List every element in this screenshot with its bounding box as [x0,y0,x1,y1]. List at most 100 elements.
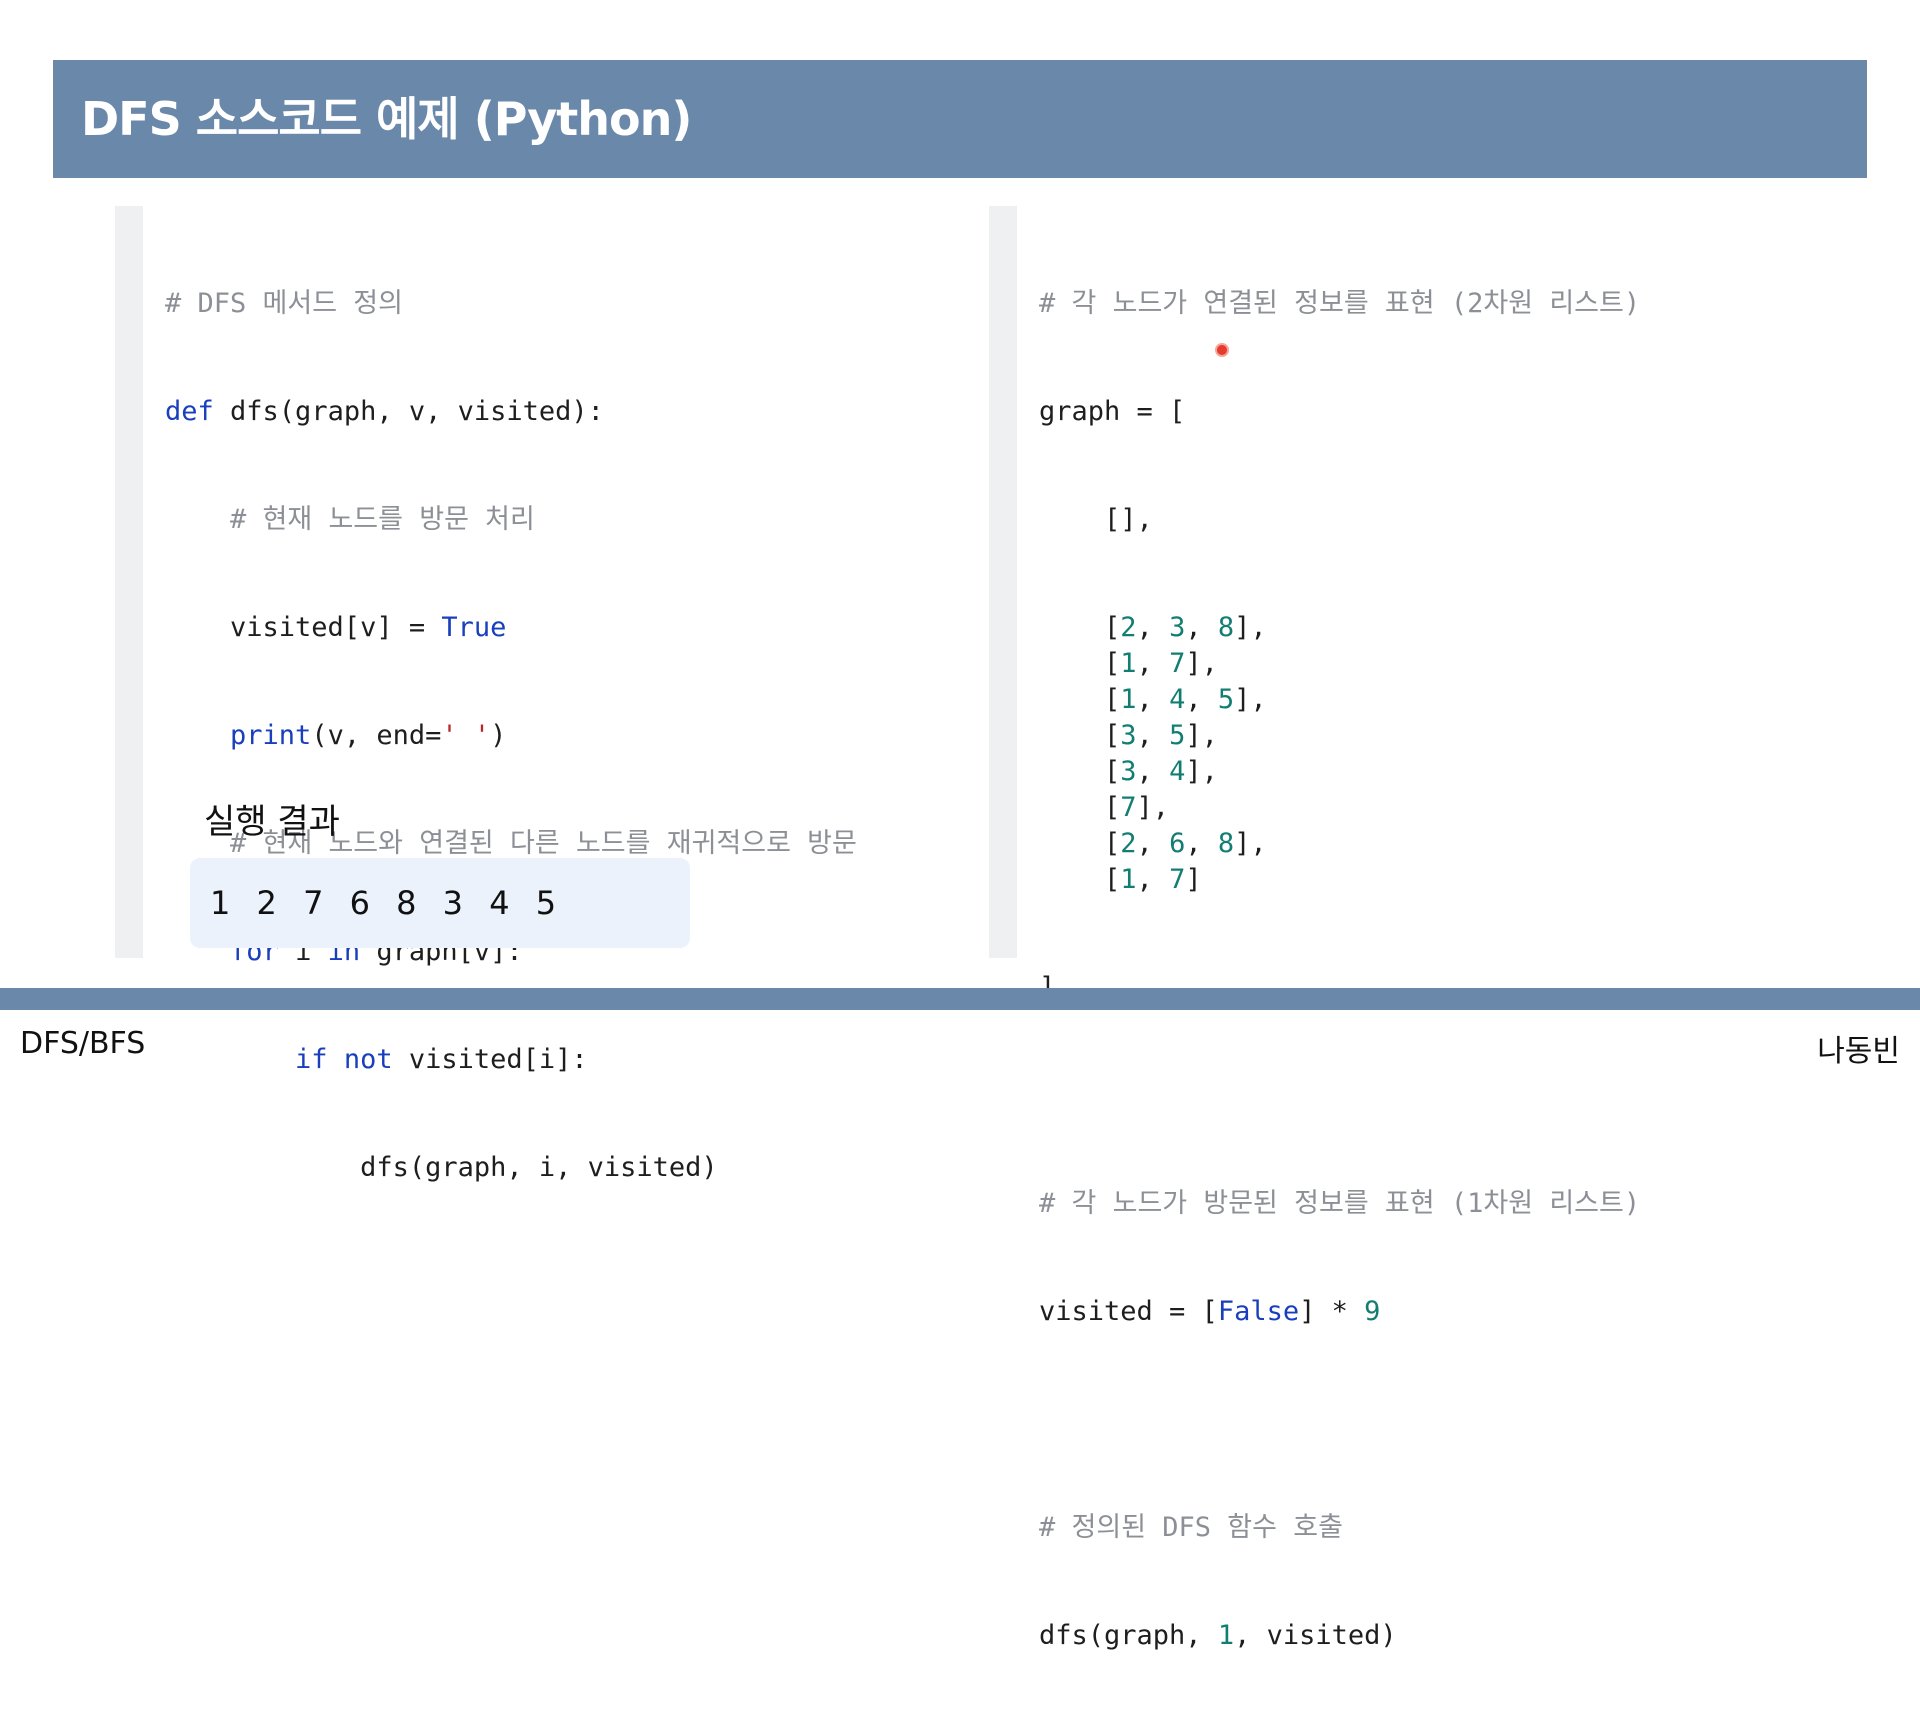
graph-rows: [2, 3, 8], [1, 7], [1, 4, 5], [3, 5], [3… [1039,610,1640,898]
code-text: [ [1039,612,1121,643]
number-literal: 3 [1120,720,1137,751]
code-text: dfs(graph, v, visited): [213,396,604,427]
code-text: , [1136,864,1170,895]
graph-row-empty: [], [1039,504,1153,535]
code-text: , [1136,756,1170,787]
code-text: , [1185,828,1218,859]
graph-row: [3, 5], [1039,718,1640,754]
graph-row: [3, 4], [1039,754,1640,790]
code-text: ] * [1299,1296,1365,1327]
number-literal: 1 [1120,648,1137,679]
slide-title: DFS 소스코드 예제 (Python) [81,92,692,146]
code-text: [ [1039,792,1121,823]
code-text: dfs(graph, [1039,1620,1218,1651]
footer-author: 나동빈 [1817,1034,1900,1069]
graph-row: [1, 7], [1039,646,1640,682]
result-box: 1 2 7 6 8 3 4 5 [190,858,690,948]
number-literal: 4 [1169,684,1186,715]
graph-row: [1, 4, 5], [1039,682,1640,718]
keyword-def: def [165,396,214,427]
code-text: ], [1185,648,1218,679]
code-comment: # 각 노드가 방문된 정보를 표현 (1차원 리스트) [1039,1188,1641,1219]
code-text: ], [1185,756,1218,787]
keyword-print: print [230,720,312,751]
footer-topic: DFS/BFS [20,1026,146,1061]
number-literal: 3 [1120,756,1137,787]
code-text: ], [1185,720,1218,751]
number-literal: 6 [1169,828,1186,859]
keyword-if: if [295,1044,328,1075]
number-literal: 2 [1120,612,1137,643]
number-literal: 5 [1169,720,1186,751]
code-line-graph: graph = [ [1039,396,1186,427]
keyword-not: not [343,1044,393,1075]
code-panel-right: # 각 노드가 연결된 정보를 표현 (2차원 리스트) graph = [ [… [989,206,1787,1651]
code-text: , [1136,612,1170,643]
number-literal: 7 [1120,792,1137,823]
string-literal: ' ' [441,720,491,751]
keyword-true: True [441,612,507,643]
code-comment: # DFS 메서드 정의 [165,288,403,319]
code-line-def: def dfs(graph, v, visited): [165,394,857,430]
graph-row: [7], [1039,790,1640,826]
code-text: visited[v] = [165,612,442,643]
number-literal: 3 [1169,612,1186,643]
code-text: ], [1234,684,1267,715]
code-text: [ [1039,648,1121,679]
number-literal: 4 [1169,756,1186,787]
code-line-visited: visited[v] = True [165,610,857,646]
code-text: , [1136,828,1170,859]
result-title: 실행 결과 [204,802,340,842]
code-text: visited[i]: [392,1044,588,1075]
graph-row: [2, 3, 8], [1039,610,1640,646]
code-line-print: print(v, end=' ') [165,718,857,754]
graph-row: [1, 7] [1039,862,1640,898]
number-literal: 7 [1169,648,1186,679]
code-text: ], [1136,792,1170,823]
code-line-recursive-call: dfs(graph, i, visited) [165,1152,718,1183]
code-text: [ [1039,864,1121,895]
code-text: , [1136,648,1170,679]
dfs-function-code: # DFS 메서드 정의 def dfs(graph, v, visited):… [165,214,857,1258]
code-text: ], [1234,828,1267,859]
code-text: , [1136,720,1170,751]
footer-bar [0,988,1920,1010]
code-text: [ [1039,720,1121,751]
code-text: ) [490,720,507,751]
number-literal: 7 [1169,864,1186,895]
code-line-visited-init: visited = [False] * 9 [1039,1294,1640,1330]
code-text: visited = [ [1039,1296,1218,1327]
code-comment: # 현재 노드를 방문 처리 [165,504,535,535]
code-text: [ [1039,684,1121,715]
code-text: [ [1039,756,1121,787]
number-literal: 5 [1217,684,1235,715]
number-literal: 9 [1364,1296,1381,1327]
code-text: ] [1185,864,1202,895]
graph-setup-code: # 각 노드가 연결된 정보를 표현 (2차원 리스트) graph = [ [… [1039,214,1640,1726]
number-literal: 1 [1120,864,1137,895]
result-output: 1 2 7 6 8 3 4 5 [210,884,565,922]
code-text: , visited) [1234,1620,1397,1651]
number-literal: 1 [1217,1620,1235,1651]
code-text: , [1136,684,1170,715]
graph-row: [2, 6, 8], [1039,826,1640,862]
code-comment: # 각 노드가 연결된 정보를 표현 (2차원 리스트) [1039,288,1641,319]
keyword-false: False [1217,1296,1300,1327]
code-line-dfs-call: dfs(graph, 1, visited) [1039,1618,1640,1654]
number-literal: 1 [1120,684,1137,715]
code-text: , [1185,684,1218,715]
code-text: [ [1039,828,1121,859]
number-literal: 8 [1217,612,1235,643]
code-text: (v, end= [311,720,442,751]
code-line-if: if not visited[i]: [165,1042,857,1078]
number-literal: 2 [1120,828,1137,859]
header-bar: DFS 소스코드 예제 (Python) [53,60,1867,178]
code-text: ], [1234,612,1267,643]
code-comment: # 정의된 DFS 함수 호출 [1039,1512,1343,1543]
number-literal: 8 [1217,828,1235,859]
